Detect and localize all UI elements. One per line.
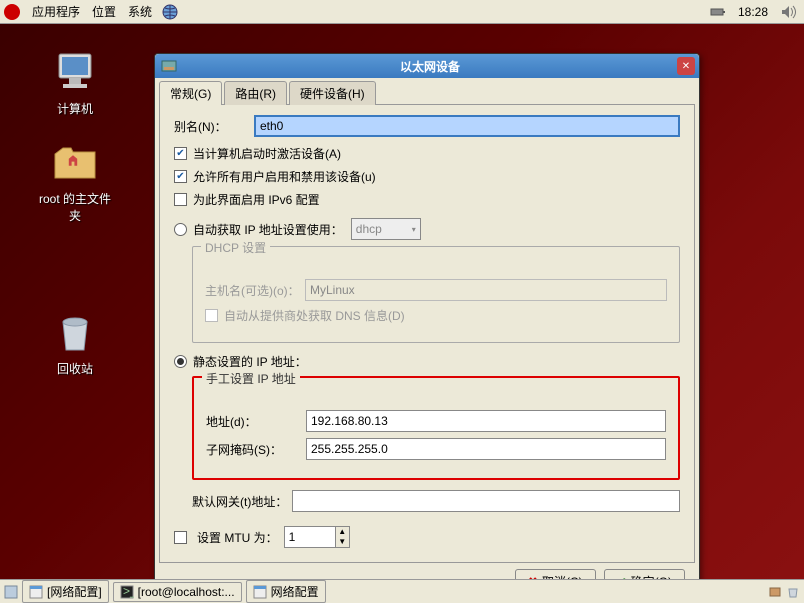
checkbox-auto-dns xyxy=(205,309,218,322)
group-legend: 手工设置 IP 地址 xyxy=(202,370,300,387)
menu-system[interactable]: 系统 xyxy=(122,1,158,22)
desktop-icon-computer[interactable]: 计算机 xyxy=(35,44,115,121)
manual-ip-group: 手工设置 IP 地址 地址(d)： 子网掩码(S)： xyxy=(192,376,680,480)
desktop: 计算机 root 的主文件夹 回收站 以太网设备 ✕ 常规(G) 路由(R) 硬… xyxy=(0,24,804,579)
radio-label: 静态设置的 IP 地址： xyxy=(193,353,307,370)
spin-up-icon[interactable]: ▲ xyxy=(335,527,349,537)
mtu-label: 设置 MTU 为： xyxy=(197,529,278,546)
dhcp-mode-select: dhcp▾ xyxy=(351,218,421,240)
radio-dhcp[interactable] xyxy=(174,223,187,236)
terminal-icon: >_ xyxy=(120,585,134,599)
netmask-input[interactable] xyxy=(306,438,666,460)
alias-input[interactable] xyxy=(254,115,680,137)
show-desktop-icon[interactable] xyxy=(4,585,18,599)
dialog-title: 以太网设备 xyxy=(183,58,677,75)
alias-label: 别名(N)： xyxy=(174,118,254,135)
window-icon xyxy=(253,585,267,599)
desktop-icon-label: root 的主文件夹 xyxy=(39,190,111,224)
tab-panel-general: 别名(N)： 当计算机启动时激活设备(A) 允许所有用户启用和禁用该设备(u) … xyxy=(159,104,695,563)
group-legend: DHCP 设置 xyxy=(201,239,270,256)
ethernet-device-dialog: 以太网设备 ✕ 常规(G) 路由(R) 硬件设备(H) 别名(N)： 当计算机启… xyxy=(154,53,700,603)
radio-static[interactable] xyxy=(174,355,187,368)
checkbox-label: 允许所有用户启用和禁用该设备(u) xyxy=(193,168,376,185)
checkbox-label: 自动从提供商处获取 DNS 信息(D) xyxy=(224,307,405,324)
menu-applications[interactable]: 应用程序 xyxy=(26,1,86,22)
desktop-icon-trash[interactable]: 回收站 xyxy=(35,304,115,381)
taskbar-item-network-config[interactable]: [网络配置] xyxy=(22,580,109,603)
nic-icon xyxy=(161,58,177,74)
mtu-spinner[interactable]: ▲▼ xyxy=(284,526,350,548)
battery-icon[interactable] xyxy=(710,4,726,20)
desktop-icon-label: 计算机 xyxy=(39,100,111,117)
window-icon xyxy=(29,585,43,599)
mtu-input[interactable] xyxy=(285,527,335,547)
tab-hardware[interactable]: 硬件设备(H) xyxy=(289,81,376,105)
tray-icon[interactable] xyxy=(768,585,782,599)
svg-text:>_: >_ xyxy=(123,585,134,598)
desktop-icon-home[interactable]: root 的主文件夹 xyxy=(35,134,115,228)
checkbox-mtu[interactable] xyxy=(174,531,187,544)
dialog-titlebar[interactable]: 以太网设备 ✕ xyxy=(155,54,699,78)
desktop-icon-label: 回收站 xyxy=(39,360,111,377)
redhat-logo-icon xyxy=(4,4,20,20)
checkbox-label: 为此界面启用 IPv6 配置 xyxy=(193,191,320,208)
gateway-label: 默认网关(t)地址： xyxy=(192,493,292,510)
radio-label: 自动获取 IP 地址设置使用： xyxy=(193,221,343,238)
checkbox-label: 当计算机启动时激活设备(A) xyxy=(193,145,341,162)
gateway-input[interactable] xyxy=(292,490,680,512)
clock[interactable]: 18:28 xyxy=(738,5,768,19)
menu-places[interactable]: 位置 xyxy=(86,1,122,22)
browser-icon[interactable] xyxy=(162,4,178,20)
bottom-taskbar: [网络配置] >_ [root@localhost:... 网络配置 xyxy=(0,579,804,603)
dhcp-host-label: 主机名(可选)(o)： xyxy=(205,282,305,299)
checkbox-all-users[interactable] xyxy=(174,170,187,183)
volume-icon[interactable] xyxy=(780,4,796,20)
taskbar-item-terminal[interactable]: >_ [root@localhost:... xyxy=(113,582,242,602)
netmask-label: 子网掩码(S)： xyxy=(206,441,306,458)
checkbox-ipv6[interactable] xyxy=(174,193,187,206)
dhcp-settings-group: DHCP 设置 主机名(可选)(o)： 自动从提供商处获取 DNS 信息(D) xyxy=(192,246,680,343)
tab-bar: 常规(G) 路由(R) 硬件设备(H) xyxy=(159,80,695,104)
spin-down-icon[interactable]: ▼ xyxy=(335,537,349,547)
taskbar-item-network-window[interactable]: 网络配置 xyxy=(246,580,326,603)
tab-general[interactable]: 常规(G) xyxy=(159,81,222,105)
close-button[interactable]: ✕ xyxy=(677,57,695,75)
tray-trash-icon[interactable] xyxy=(786,585,800,599)
top-panel: 应用程序 位置 系统 18:28 xyxy=(0,0,804,24)
dhcp-host-input xyxy=(305,279,667,301)
address-input[interactable] xyxy=(306,410,666,432)
checkbox-activate-on-boot[interactable] xyxy=(174,147,187,160)
tab-route[interactable]: 路由(R) xyxy=(224,81,287,105)
address-label: 地址(d)： xyxy=(206,413,306,430)
